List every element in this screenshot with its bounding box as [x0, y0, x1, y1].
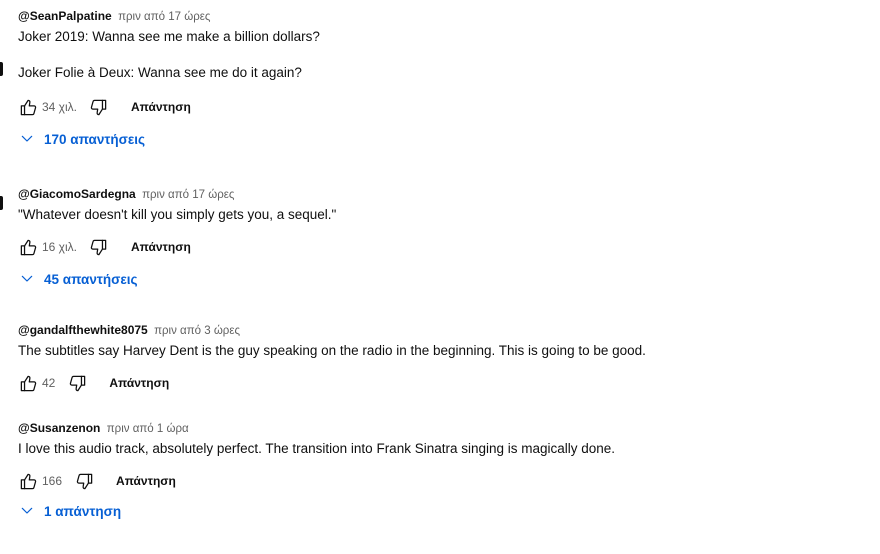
thumbs-down-icon — [69, 375, 86, 391]
replies-count: 45 απαντήσεις — [44, 271, 138, 287]
comment-author[interactable]: @GiacomoSardegna — [18, 187, 136, 201]
comment-header: @GiacomoSardegna πριν από 17 ώρες — [18, 186, 862, 203]
chevron-down-icon — [21, 507, 33, 514]
comment: @gandalfthewhite8075 πριν από 3 ώρες The… — [18, 322, 862, 395]
reply-button[interactable]: Απάντηση — [116, 474, 176, 488]
comment-header: @gandalfthewhite8075 πριν από 3 ώρες — [18, 322, 862, 339]
comment-text: The subtitles say Harvey Dent is the guy… — [18, 343, 646, 358]
like-button[interactable] — [18, 237, 38, 257]
dislike-button[interactable] — [67, 373, 87, 393]
view-replies-button[interactable]: 1 απάντηση — [18, 503, 121, 519]
chevron-down-icon — [21, 135, 33, 142]
thumbs-up-icon — [20, 239, 36, 255]
dislike-button[interactable] — [89, 97, 109, 117]
reply-button[interactable]: Απάντηση — [131, 100, 191, 114]
dislike-button[interactable] — [89, 237, 109, 257]
comment-actions: 42 Απάντηση — [18, 371, 862, 395]
replies-count: 1 απάντηση — [44, 503, 122, 519]
comment-timestamp[interactable]: πριν από 1 ώρα — [107, 423, 189, 435]
comment-timestamp[interactable]: πριν από 17 ώρες — [118, 11, 210, 23]
thumbs-up-icon — [20, 375, 36, 391]
like-button[interactable] — [18, 471, 38, 491]
comment-text-line: Joker Folie à Deux: Wanna see me do it a… — [18, 65, 302, 80]
thumbs-down-icon — [91, 99, 107, 115]
comment-author[interactable]: @SeanPalpatine — [18, 9, 112, 23]
thumbs-down-icon — [91, 239, 107, 255]
comment-text-line: Joker 2019: Wanna see me make a billion … — [18, 29, 320, 44]
comment-text: Joker 2019: Wanna see me make a billion … — [18, 28, 862, 82]
comment: @GiacomoSardegna πριν από 17 ώρες "Whate… — [18, 186, 862, 292]
like-count: 34 χιλ. — [42, 100, 77, 114]
like-count: 42 — [42, 376, 56, 390]
thumbs-up-icon — [20, 99, 36, 115]
comment: @SeanPalpatine πριν από 17 ώρες Joker 20… — [18, 8, 862, 152]
view-replies-button[interactable]: 45 απαντήσεις — [18, 271, 138, 287]
like-button[interactable] — [18, 373, 38, 393]
dislike-button[interactable] — [74, 471, 94, 491]
like-button[interactable] — [18, 97, 38, 117]
reply-button[interactable]: Απάντηση — [109, 376, 169, 390]
avatar-edge — [0, 196, 3, 210]
comment-actions: 166 Απάντηση — [18, 469, 862, 493]
view-replies-button[interactable]: 170 απαντήσεις — [18, 131, 145, 147]
comment-header: @SeanPalpatine πριν από 17 ώρες — [18, 8, 862, 25]
thumbs-down-icon — [76, 473, 92, 489]
comment-actions: 16 χιλ. Απάντηση — [18, 235, 862, 259]
chevron-down-icon — [21, 275, 33, 282]
reply-button[interactable]: Απάντηση — [131, 240, 191, 254]
replies-count: 170 απαντήσεις — [44, 131, 146, 147]
comment: @Susanzenon πριν από 1 ώρα I love this a… — [18, 420, 862, 524]
comment-timestamp[interactable]: πριν από 17 ώρες — [142, 189, 234, 201]
like-count: 16 χιλ. — [42, 240, 77, 254]
comment-timestamp[interactable]: πριν από 3 ώρες — [154, 325, 240, 337]
comment-header: @Susanzenon πριν από 1 ώρα — [18, 420, 862, 437]
comment-text: I love this audio track, absolutely perf… — [18, 441, 616, 456]
comment-text: "Whatever doesn't kill you simply gets y… — [18, 207, 337, 222]
comment-actions: 34 χιλ. Απάντηση — [18, 95, 862, 119]
avatar-edge — [0, 62, 3, 76]
comment-author[interactable]: @Susanzenon — [18, 421, 100, 435]
like-count: 166 — [42, 474, 63, 488]
comment-author[interactable]: @gandalfthewhite8075 — [18, 323, 148, 337]
thumbs-up-icon — [20, 473, 36, 489]
